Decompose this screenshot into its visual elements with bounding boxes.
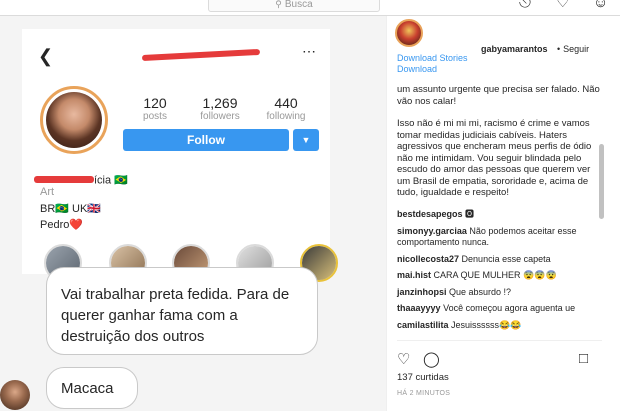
- user-icon[interactable]: ☺: [593, 0, 608, 11]
- comment-text: CARA QUE MULHER 😨😨😨: [433, 270, 557, 280]
- comment-text: Que absurdo !?: [449, 286, 512, 297]
- follow-link[interactable]: • Seguir: [557, 44, 589, 54]
- comment-item: mai.hist CARA QUE MULHER 😨😨😨: [397, 270, 602, 282]
- download-link[interactable]: Download: [397, 64, 437, 74]
- author-avatar[interactable]: [395, 19, 423, 47]
- comment-item: camilastilita Jesuissssss😂😂: [397, 320, 602, 332]
- comment-username[interactable]: bestdesapegos: [397, 209, 463, 219]
- display-name-suffix: ícia 🇧🇷: [94, 174, 128, 187]
- followers-label: followers: [200, 111, 240, 122]
- following-count: 440: [274, 95, 298, 111]
- comment-bubble: Macaca: [46, 367, 138, 409]
- instagram-post-page: ⚲ Busca ⎋ ♡ ☺ ❮ ⋯ 120 posts 1,269 followe…: [0, 0, 620, 411]
- likes-count[interactable]: 137 curtidas: [397, 372, 449, 383]
- posts-stat: 120 posts: [132, 95, 178, 122]
- actions-divider: [397, 340, 602, 341]
- bookmark-icon[interactable]: □: [579, 350, 588, 367]
- bio-line: Art: [40, 186, 55, 198]
- followers-count: 1,269: [202, 95, 238, 111]
- comments-scrollbar[interactable]: [599, 144, 604, 219]
- download-stories-link[interactable]: Download Stories: [397, 53, 468, 63]
- follow-button: Follow: [123, 129, 289, 151]
- comment-username[interactable]: thaaayyyy: [397, 303, 441, 313]
- followers-stat: 1,269 followers: [190, 95, 250, 122]
- posts-count: 120: [143, 95, 167, 111]
- top-navigation-bar: ⚲ Busca ⎋ ♡ ☺: [0, 0, 620, 16]
- caption-paragraph: Isso não é mi mi mi, racismo é crime e v…: [397, 118, 592, 198]
- back-arrow-icon: ❮: [38, 46, 54, 66]
- posts-label: posts: [143, 111, 167, 122]
- bio-line: BR🇧🇷 UK🇬🇧: [40, 203, 102, 215]
- redacted-username: [141, 47, 262, 62]
- comment-item: janzinhopsi Que absurdo !?: [397, 287, 602, 299]
- search-icon: ⚲: [275, 0, 282, 9]
- comment-username[interactable]: mai.hist: [397, 270, 431, 280]
- comment-text: Jesuissssss😂😂: [451, 319, 522, 330]
- chevron-down-icon: ▼: [293, 129, 319, 151]
- follow-label: Seguir: [563, 44, 590, 54]
- more-options-icon: ⋯: [302, 43, 317, 59]
- following-stat: 440 following: [260, 95, 312, 122]
- profile-screenshot: ❮ ⋯ 120 posts 1,269 followers 440 follow…: [22, 29, 338, 282]
- comment-username[interactable]: janzinhopsi: [397, 287, 447, 297]
- post-details-panel: gabyamarantos • Seguir Download Stories D…: [387, 16, 620, 411]
- comment-username[interactable]: camilastilita: [397, 320, 449, 330]
- comment-item: nicollecosta27 Denuncia esse capeta: [397, 254, 602, 266]
- post-timestamp: HÁ 2 MINUTOS: [397, 390, 451, 397]
- post-caption: um assunto urgente que precisa ser falad…: [397, 84, 602, 210]
- comment-item: thaaayyyy Você começou agora aguenta ue: [397, 303, 602, 315]
- caption-paragraph: um assunto urgente que precisa ser falad…: [397, 84, 600, 107]
- author-username[interactable]: gabyamarantos: [481, 44, 548, 54]
- comment-username[interactable]: nicollecosta27: [397, 254, 459, 264]
- redaction-mark: [141, 48, 261, 62]
- comment-text: Denuncia esse capeta: [461, 253, 551, 264]
- redacted-display-name: ícia 🇧🇷: [34, 171, 128, 187]
- comment-item: simonyy.garciaa Não podemos aceitar esse…: [397, 226, 602, 249]
- redaction-mark: [34, 176, 94, 184]
- like-heart-icon[interactable]: ♡: [397, 350, 410, 368]
- compass-icon[interactable]: ⎋: [519, 0, 531, 11]
- search-placeholder: Busca: [284, 0, 313, 10]
- comments-list: bestdesapegos 🅾 simonyy.garciaa Não pode…: [397, 209, 602, 336]
- comment-item: bestdesapegos 🅾: [397, 209, 602, 221]
- comment-text: 🅾: [465, 209, 475, 219]
- comment-bubble: Vai trabalhar preta fedida. Para de quer…: [46, 267, 318, 355]
- comment-bubble-icon[interactable]: ◯: [423, 350, 440, 368]
- profile-avatar: [40, 86, 108, 154]
- comment-text: Você começou agora aguenta ue: [443, 303, 576, 313]
- heart-icon[interactable]: ♡: [556, 0, 569, 11]
- bio-line: Pedro❤️: [40, 219, 84, 231]
- comment-username[interactable]: simonyy.garciaa: [397, 226, 467, 236]
- following-label: following: [266, 111, 306, 122]
- search-input[interactable]: ⚲ Busca: [208, 0, 380, 12]
- post-image: ❮ ⋯ 120 posts 1,269 followers 440 follow…: [0, 16, 386, 411]
- commenter-avatar: [0, 380, 30, 410]
